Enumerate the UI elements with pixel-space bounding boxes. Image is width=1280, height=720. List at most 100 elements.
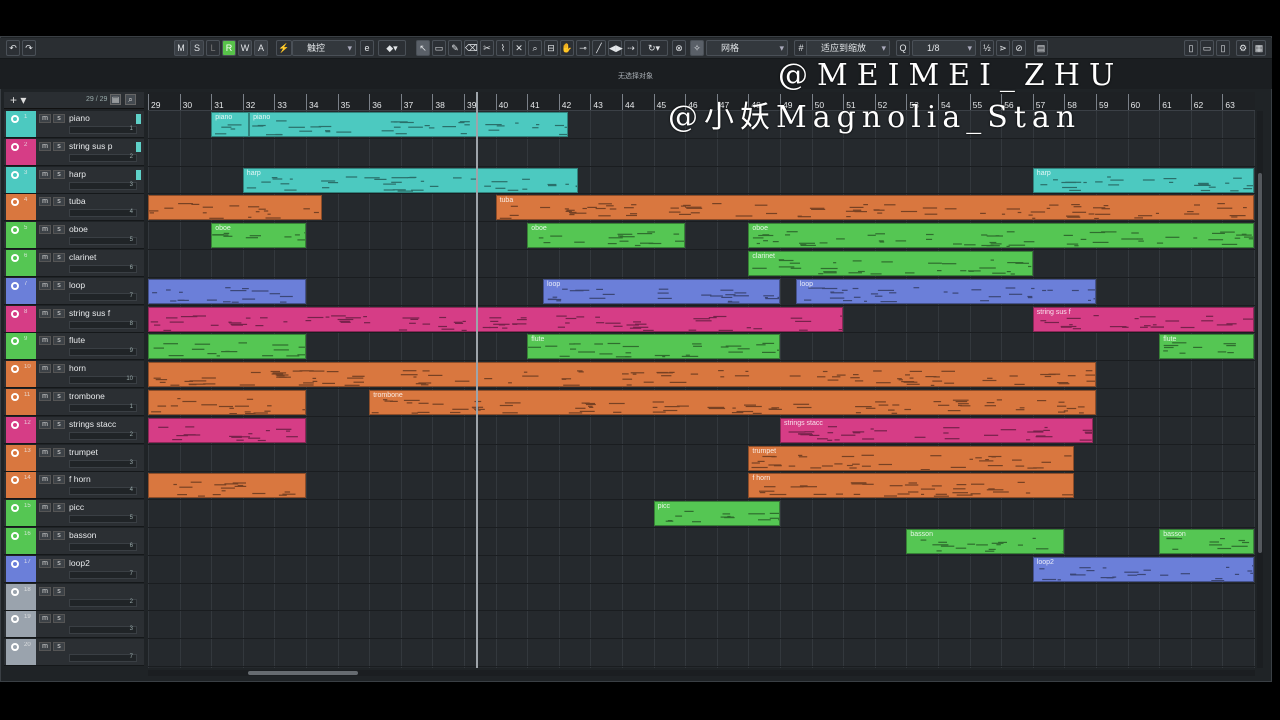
track-controls[interactable]: 2: [69, 153, 137, 162]
event-display[interactable]: piano piano harp harp tuba oboe oboe obo…: [148, 111, 1255, 668]
scrub-tool-icon[interactable]: ⇢: [624, 40, 638, 56]
midi-part[interactable]: loop2: [1032, 556, 1254, 582]
track-name[interactable]: basson: [69, 530, 96, 540]
midi-part[interactable]: picc: [653, 501, 780, 527]
read-automation-button[interactable]: R: [222, 40, 236, 56]
e-icon[interactable]: e: [360, 40, 374, 56]
project-cursor[interactable]: [476, 92, 478, 668]
track-name[interactable]: tuba: [69, 196, 86, 206]
touch-mode-select[interactable]: 触控: [292, 40, 356, 56]
track-solo-button[interactable]: s: [53, 614, 65, 624]
midi-part[interactable]: loop: [795, 278, 1096, 304]
track-controls[interactable]: 1: [69, 126, 137, 134]
track-solo-button[interactable]: s: [53, 447, 65, 457]
track-power-icon[interactable]: [11, 559, 19, 568]
track-controls[interactable]: 2: [69, 431, 137, 440]
track-mute-button[interactable]: m: [39, 586, 51, 596]
mute-button[interactable]: M: [174, 40, 188, 56]
midi-part[interactable]: [148, 195, 322, 221]
add-track-icon[interactable]: + ▾: [10, 93, 26, 107]
track-mute-button[interactable]: m: [39, 558, 51, 568]
track-solo-button[interactable]: s: [53, 141, 65, 151]
color-icon[interactable]: ▤: [1034, 40, 1048, 56]
track-row[interactable]: 13 m s trumpet 3: [4, 444, 144, 472]
track-row[interactable]: 4 m s tuba 4: [4, 194, 144, 222]
track-row[interactable]: 7 m s loop 7: [4, 277, 144, 305]
track-controls[interactable]: 3: [69, 181, 137, 190]
zoom-tool-icon[interactable]: ⌕: [528, 40, 542, 56]
track-solo-button[interactable]: s: [53, 364, 65, 374]
track-controls[interactable]: 3: [69, 459, 137, 468]
erase-tool-icon[interactable]: ⌫: [464, 40, 478, 56]
vertical-scrollbar[interactable]: [1257, 111, 1263, 668]
track-controls[interactable]: 6: [69, 543, 137, 551]
listen-button[interactable]: L: [206, 40, 220, 56]
midi-part[interactable]: flute: [1159, 334, 1254, 360]
midi-part[interactable]: basson: [906, 529, 1065, 554]
quantize-reset-icon[interactable]: ⊘: [1012, 40, 1026, 56]
track-row[interactable]: 20 m s 7: [4, 639, 144, 667]
track-solo-button[interactable]: s: [53, 308, 65, 318]
midi-part[interactable]: loop: [543, 278, 780, 304]
track-solo-button[interactable]: s: [53, 475, 65, 485]
track-solo-button[interactable]: s: [53, 253, 65, 262]
track-power-icon[interactable]: [11, 420, 19, 429]
track-controls[interactable]: 4: [69, 487, 137, 496]
track-name[interactable]: loop2: [69, 558, 90, 568]
midi-part[interactable]: [148, 473, 306, 499]
track-power-icon[interactable]: [11, 170, 19, 179]
mute-tool-icon[interactable]: ✕: [512, 40, 526, 56]
track-power-icon[interactable]: [11, 281, 19, 290]
midi-part[interactable]: f horn: [748, 473, 1074, 499]
play-tool-icon[interactable]: ◀▶: [608, 40, 623, 56]
track-row[interactable]: 18 m s 2: [4, 583, 144, 611]
midi-part[interactable]: harp: [1032, 167, 1254, 193]
midi-part[interactable]: [148, 362, 1096, 388]
track-power-icon[interactable]: [11, 393, 19, 401]
right-zone-icon[interactable]: ▯: [1216, 40, 1230, 56]
midi-part[interactable]: oboe: [527, 223, 686, 249]
track-controls[interactable]: 7: [69, 570, 137, 579]
undo-icon[interactable]: ↶: [6, 40, 20, 56]
track-solo-button[interactable]: s: [53, 642, 65, 652]
midi-part[interactable]: trumpet: [748, 445, 1074, 471]
track-mute-button[interactable]: m: [39, 197, 51, 207]
track-row[interactable]: 3 m s harp 3: [4, 166, 144, 194]
track-solo-button[interactable]: s: [53, 197, 65, 207]
midi-part[interactable]: string sus f: [1032, 306, 1254, 332]
track-solo-button[interactable]: s: [53, 503, 65, 513]
track-solo-button[interactable]: s: [53, 419, 65, 429]
midi-part[interactable]: [148, 306, 844, 332]
track-solo-button[interactable]: s: [53, 531, 65, 540]
redo-icon[interactable]: ↷: [22, 40, 36, 56]
track-name[interactable]: loop: [69, 280, 85, 290]
track-mute-button[interactable]: m: [39, 475, 51, 485]
track-solo-button[interactable]: s: [53, 280, 65, 290]
track-mute-button[interactable]: m: [39, 225, 51, 235]
track-solo-button[interactable]: s: [53, 586, 65, 596]
track-name[interactable]: string sus p: [69, 141, 112, 151]
snap-on-icon[interactable]: ✧: [690, 40, 704, 56]
track-controls[interactable]: 5: [69, 515, 137, 524]
track-power-icon[interactable]: [11, 532, 19, 540]
track-mute-button[interactable]: m: [39, 280, 51, 290]
track-name[interactable]: piano: [69, 113, 90, 123]
track-row[interactable]: 1 m s piano 1: [4, 111, 144, 138]
timewarp-tool-icon[interactable]: ⊸: [576, 40, 590, 56]
track-name[interactable]: picc: [69, 502, 84, 512]
track-mute-button[interactable]: m: [39, 169, 51, 179]
line-tool-icon[interactable]: ╱: [592, 40, 606, 56]
hand-tool-icon[interactable]: ✋: [560, 40, 574, 56]
track-row[interactable]: 14 m s f horn 4: [4, 472, 144, 500]
track-controls[interactable]: 9: [69, 348, 137, 357]
track-mute-button[interactable]: m: [39, 503, 51, 513]
track-name[interactable]: trumpet: [69, 447, 98, 457]
track-name[interactable]: oboe: [69, 224, 88, 234]
track-row[interactable]: 9 m s flute 9: [4, 333, 144, 361]
track-power-icon[interactable]: [11, 254, 19, 262]
track-row[interactable]: 2 m s string sus p 2: [4, 138, 144, 166]
track-mute-button[interactable]: m: [39, 364, 51, 374]
track-power-icon[interactable]: [11, 309, 19, 318]
track-row[interactable]: 10 m s horn 10: [4, 361, 144, 389]
track-mute-button[interactable]: m: [39, 419, 51, 429]
